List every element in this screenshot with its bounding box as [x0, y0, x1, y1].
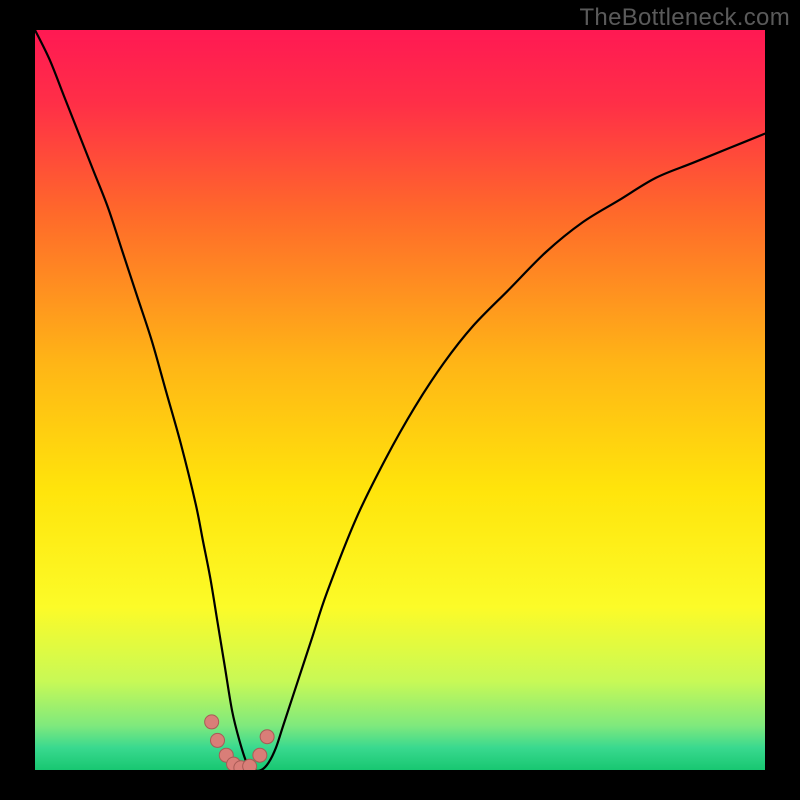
chart-stage: TheBottleneck.com: [0, 0, 800, 800]
plot-background: [35, 30, 765, 770]
data-marker: [260, 730, 274, 744]
data-marker: [205, 715, 219, 729]
data-marker: [243, 759, 257, 773]
bottleneck-curve-chart: [0, 0, 800, 800]
watermark-text: TheBottleneck.com: [579, 4, 790, 32]
data-marker: [253, 748, 267, 762]
data-marker: [211, 733, 225, 747]
